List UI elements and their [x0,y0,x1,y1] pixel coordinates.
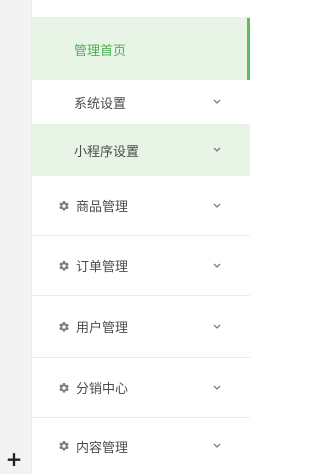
chevron-down-icon [213,99,221,104]
gear-icon [59,200,69,211]
menu-item-label: 管理首页 [74,43,127,59]
chevron-down-icon [213,324,221,329]
menu-item-label: 系统设置 [74,96,127,112]
menu-item-product-management[interactable]: 商品管理 [32,176,250,236]
chevron-down-icon [213,443,221,448]
menu-item-content-management[interactable]: 内容管理 [32,418,250,474]
chevron-down-icon [213,385,221,390]
menu-item-miniprogram-settings[interactable]: 小程序设置 [32,124,250,176]
menu-item-label: 商品管理 [76,200,129,215]
gear-icon [59,260,69,271]
menu-item-label: 分销中心 [76,382,129,397]
gear-icon [59,440,69,451]
menu-item-distribution-center[interactable]: 分销中心 [32,358,250,418]
menu-item-label: 用户管理 [76,321,129,336]
chevron-down-icon [213,203,221,208]
menu-item-user-management[interactable]: 用户管理 [32,296,250,358]
gear-icon [59,382,69,393]
sidebar-menu: 管理首页 系统设置 小程序设置 商品管理 订单管理 用户管理 分销中心 内容管理 [32,0,250,474]
menu-item-label: 订单管理 [76,260,129,275]
gear-icon [59,321,69,332]
menu-item-system-settings[interactable]: 系统设置 [32,80,250,124]
menu-item-admin-home[interactable]: 管理首页 [32,18,250,80]
plus-icon[interactable]: + [5,449,23,469]
chevron-down-icon [213,147,221,152]
admin-sidebar-screen: + 管理首页 系统设置 小程序设置 商品管理 订单管理 用户管理 分销中心 内容… [0,0,250,474]
menu-item-label: 内容管理 [76,440,129,456]
menu-item-order-management[interactable]: 订单管理 [32,236,250,296]
menu-item-label: 小程序设置 [74,144,140,160]
menu-top-strip [32,0,250,18]
left-gutter: + [0,0,32,474]
active-indicator [247,18,250,80]
chevron-down-icon [213,263,221,268]
